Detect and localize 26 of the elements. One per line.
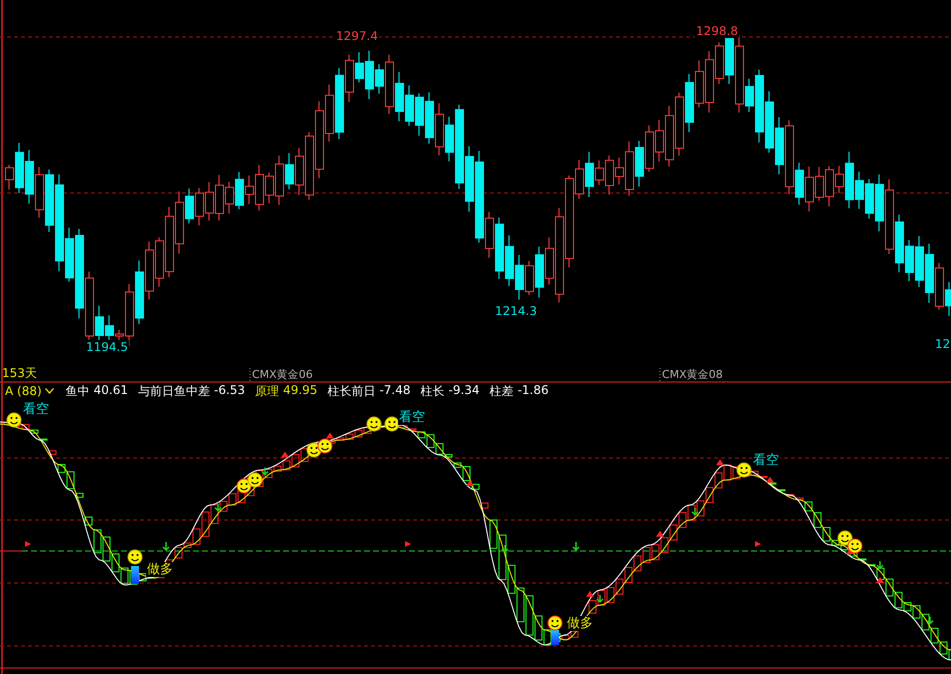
- reading-value: 49.95: [283, 382, 318, 398]
- contract-label: CMX黄金08: [662, 368, 723, 381]
- reading-label: 柱长: [420, 382, 444, 400]
- signal-label: 看空: [398, 410, 426, 425]
- signal-label: 做多: [146, 562, 174, 577]
- reading-label: 鱼中: [66, 382, 90, 400]
- contract-label: CMX黄金06: [252, 368, 313, 381]
- signal-label: 看空: [752, 453, 780, 468]
- price-extreme-label: 1194.5: [85, 340, 129, 354]
- reading-value: -6.53: [214, 382, 246, 398]
- price-extreme-label: 1298.8: [695, 24, 739, 38]
- reading-label: 与前日鱼中差: [138, 382, 210, 400]
- reading-value: -7.48: [379, 382, 410, 398]
- indicator-name: A (88): [5, 384, 42, 398]
- reading-value: -9.34: [448, 382, 480, 398]
- reading-label: 原理: [255, 382, 280, 400]
- reading-label: 柱长前日: [327, 382, 376, 400]
- price-extreme-label: 1297.4: [335, 29, 379, 43]
- price-extreme-label: 12: [934, 337, 951, 351]
- reading-value: -1.86: [518, 382, 549, 398]
- price-extreme-label: 1214.3: [494, 304, 538, 318]
- reading-label: 柱差: [490, 382, 514, 400]
- period-label: 153天: [2, 366, 37, 380]
- signal-label: 做多: [566, 616, 594, 631]
- signal-label: 看空: [22, 402, 50, 417]
- reading-value: 40.61: [94, 382, 128, 398]
